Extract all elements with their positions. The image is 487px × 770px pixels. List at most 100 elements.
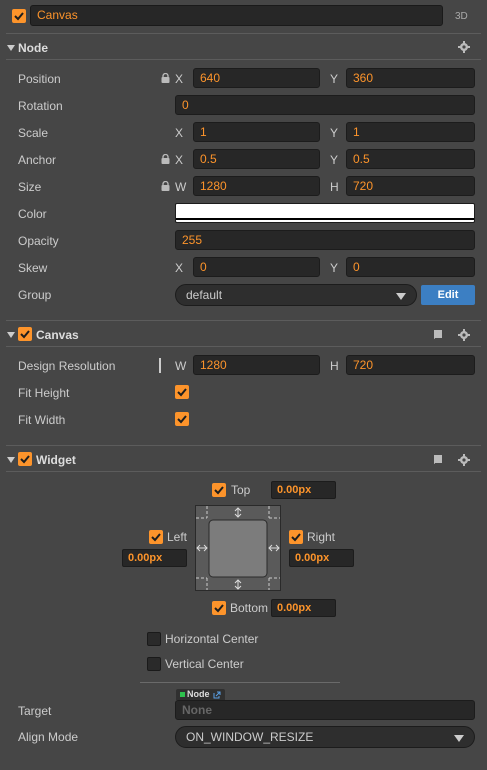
align-mode-select[interactable]: ON_WINDOW_RESIZE xyxy=(175,726,475,748)
fit-height-label: Fit Height xyxy=(18,386,70,400)
scale-y-input[interactable]: 1 xyxy=(346,122,475,142)
anchor-x-input[interactable]: 0.5 xyxy=(193,149,320,169)
widget-section-title: Widget xyxy=(36,453,76,467)
h-axis-label: H xyxy=(330,359,339,373)
widget-left-input[interactable]: 0.00px xyxy=(122,549,187,567)
target-type-badge: Node xyxy=(176,689,226,700)
skew-x-input[interactable]: 0 xyxy=(193,257,320,277)
y-axis-label: Y xyxy=(330,72,339,86)
alignment-diagram xyxy=(195,505,281,591)
anchor-label: Anchor xyxy=(18,153,57,167)
anchor-y-input[interactable]: 0.5 xyxy=(346,149,475,169)
vertical-center-label: Vertical Center xyxy=(165,657,244,671)
fit-width-label: Fit Width xyxy=(18,413,66,427)
target-type-label: Node xyxy=(187,689,210,699)
color-swatch[interactable] xyxy=(175,203,475,223)
scale-label: Scale xyxy=(18,126,49,140)
horizontal-center-label: Horizontal Center xyxy=(165,632,259,646)
group-select[interactable]: default xyxy=(175,284,417,306)
widget-right-input[interactable]: 0.00px xyxy=(289,549,354,567)
alpha-bar xyxy=(176,218,474,220)
design-resolution-w-input[interactable]: 1280 xyxy=(193,355,320,375)
skew-y-input[interactable]: 0 xyxy=(346,257,475,277)
target-label: Target xyxy=(18,704,52,718)
rotation-input[interactable]: 0 xyxy=(175,95,475,115)
x-axis-label: X xyxy=(175,72,184,86)
align-mode-label: Align Mode xyxy=(18,730,79,744)
node-name-input[interactable]: Canvas xyxy=(30,5,443,26)
size-h-input[interactable]: 720 xyxy=(346,176,475,196)
widget-enabled-checkbox[interactable] xyxy=(18,452,32,466)
section-divider xyxy=(6,445,481,446)
design-resolution-label: Design Resolution xyxy=(18,359,116,373)
group-select-value: default xyxy=(186,288,223,302)
gear-icon[interactable] xyxy=(458,329,470,341)
help-doc-icon[interactable] xyxy=(432,454,444,466)
alignment-guides xyxy=(196,506,280,590)
section-divider xyxy=(6,320,481,321)
y-axis-label: Y xyxy=(330,126,339,140)
dropdown-arrow-icon xyxy=(396,293,406,300)
widget-top-input[interactable]: 0.00px xyxy=(271,481,336,499)
x-axis-label: X xyxy=(175,126,184,140)
checkmark-icon xyxy=(177,388,187,397)
size-w-input[interactable]: 1280 xyxy=(193,176,320,196)
vertical-center-checkbox[interactable] xyxy=(147,657,161,671)
checkmark-icon xyxy=(20,455,30,464)
group-label: Group xyxy=(18,288,52,302)
canvas-section-title: Canvas xyxy=(36,328,79,342)
align-mode-value: ON_WINDOW_RESIZE xyxy=(186,730,314,744)
widget-bottom-checkbox[interactable] xyxy=(212,601,226,615)
gear-icon[interactable] xyxy=(458,454,470,466)
checkmark-icon xyxy=(214,486,224,495)
widget-left-checkbox[interactable] xyxy=(149,530,163,544)
fit-width-checkbox[interactable] xyxy=(175,412,189,426)
lock-icon[interactable] xyxy=(161,181,170,191)
w-axis-label: W xyxy=(175,180,187,194)
3d-toggle[interactable]: 3D xyxy=(455,10,468,24)
checkmark-icon xyxy=(14,12,24,21)
gear-icon[interactable] xyxy=(458,41,470,53)
node-type-icon xyxy=(180,692,185,698)
node-active-checkbox[interactable] xyxy=(12,9,26,23)
position-x-input[interactable]: 640 xyxy=(193,68,320,88)
lock-icon[interactable] xyxy=(161,154,170,164)
x-axis-label: X xyxy=(175,153,184,167)
widget-top-checkbox[interactable] xyxy=(212,483,226,497)
section-divider xyxy=(6,346,481,347)
widget-top-label: Top xyxy=(231,483,251,497)
design-resolution-h-input[interactable]: 720 xyxy=(346,355,475,375)
widget-bottom-label: Bottom xyxy=(230,601,269,615)
canvas-enabled-checkbox[interactable] xyxy=(18,327,32,341)
widget-bottom-input[interactable]: 0.00px xyxy=(271,599,336,617)
checkmark-icon xyxy=(20,330,30,339)
position-y-input[interactable]: 360 xyxy=(346,68,475,88)
position-label: Position xyxy=(18,72,61,86)
help-doc-icon[interactable] xyxy=(432,329,444,341)
x-axis-label: X xyxy=(175,261,184,275)
lock-icon[interactable] xyxy=(161,73,170,83)
rotation-label: Rotation xyxy=(18,99,63,113)
horizontal-center-checkbox[interactable] xyxy=(147,632,161,646)
group-edit-button[interactable]: Edit xyxy=(421,285,475,305)
skew-label: Skew xyxy=(18,261,48,275)
section-divider xyxy=(6,471,481,472)
external-link-icon[interactable] xyxy=(213,691,221,699)
collapse-arrow-icon[interactable] xyxy=(7,332,15,338)
scale-x-input[interactable]: 1 xyxy=(193,122,320,142)
color-label: Color xyxy=(18,207,47,221)
dropdown-arrow-icon xyxy=(454,735,464,742)
widget-right-checkbox[interactable] xyxy=(289,530,303,544)
node-section-title: Node xyxy=(18,41,48,55)
h-axis-label: H xyxy=(330,180,339,194)
fit-height-checkbox[interactable] xyxy=(175,385,189,399)
opacity-input[interactable]: 255 xyxy=(175,230,475,250)
opacity-label: Opacity xyxy=(18,234,59,248)
widget-right-label: Right xyxy=(307,530,336,544)
y-axis-label: Y xyxy=(330,261,339,275)
section-divider xyxy=(6,33,481,34)
collapse-arrow-icon[interactable] xyxy=(7,45,15,51)
collapse-arrow-icon[interactable] xyxy=(7,457,15,463)
target-input[interactable]: None xyxy=(175,700,475,720)
w-axis-label: W xyxy=(175,359,187,373)
